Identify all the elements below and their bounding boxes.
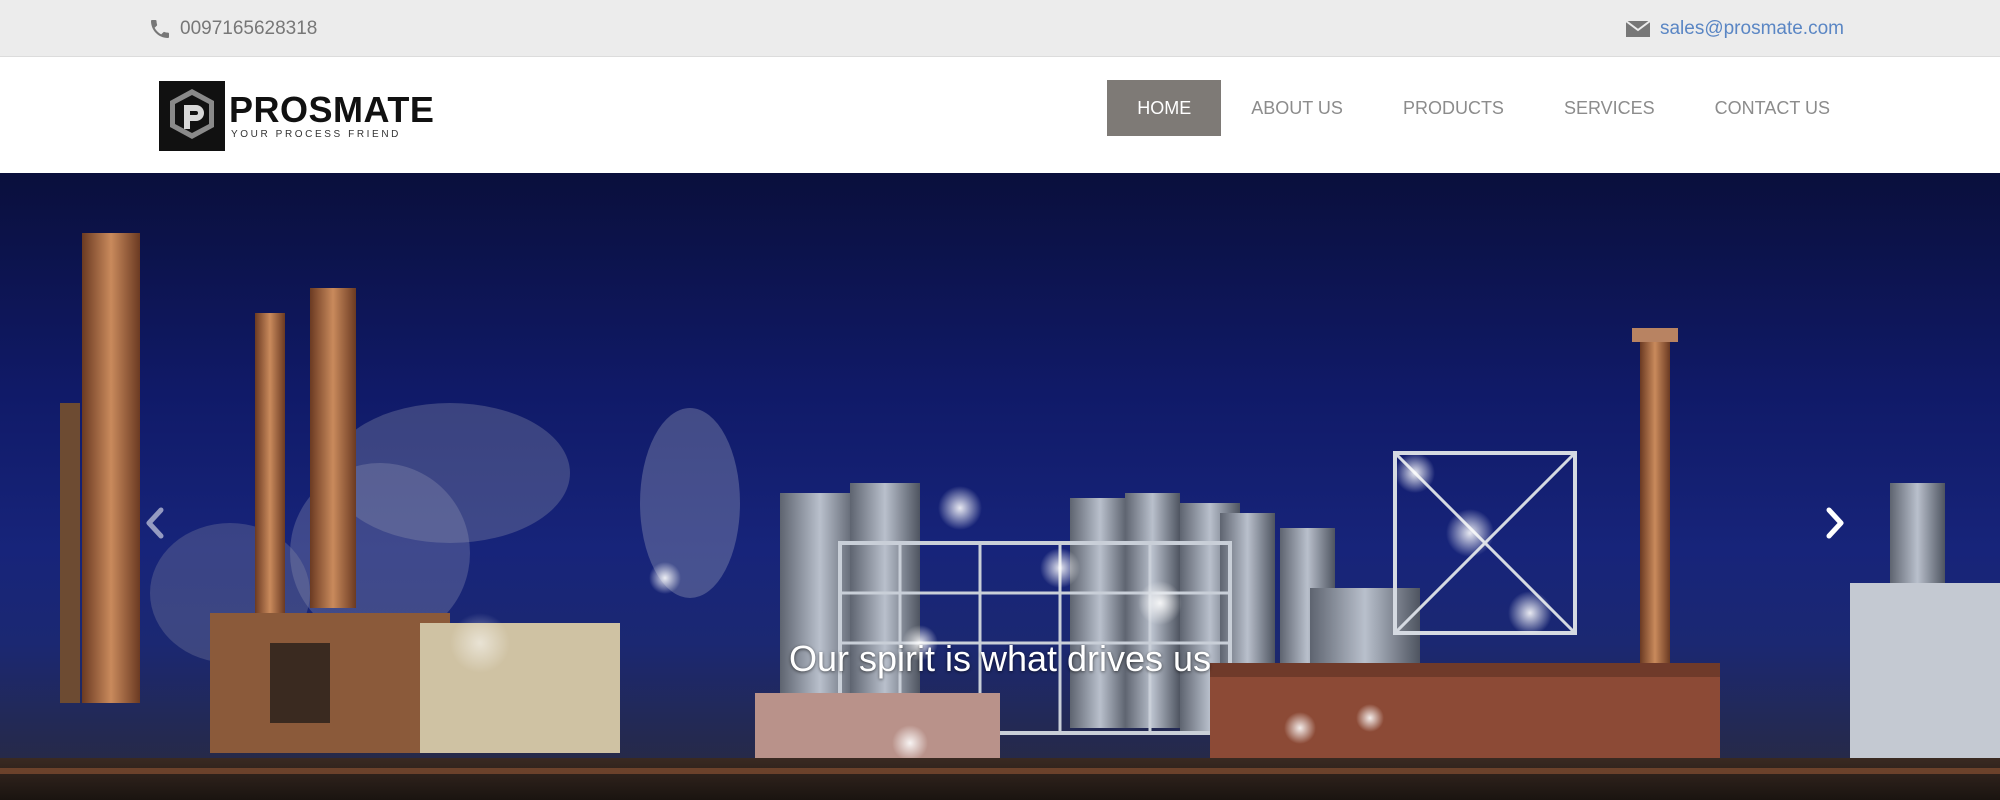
logo-tagline: YOUR PROCESS FRIEND <box>231 129 401 140</box>
main-nav: HOME ABOUT US PRODUCTS SERVICES CONTACT … <box>1107 80 1860 136</box>
top-info-bar: 0097165628318 sales@prosmate.com <box>0 0 2000 57</box>
hero-background-image <box>0 233 2000 800</box>
site-header: PROSMATE YOUR PROCESS FRIEND HOME ABOUT … <box>0 57 2000 172</box>
hero-caption: Our spirit is what drives us <box>788 638 1212 679</box>
prosmate-logo-icon <box>159 81 225 151</box>
nav-about-us[interactable]: ABOUT US <box>1221 80 1373 136</box>
email-link[interactable]: sales@prosmate.com <box>1625 16 1844 42</box>
nav-home[interactable]: HOME <box>1107 80 1222 136</box>
logo-wordmark: PROSMATE YOUR PROCESS FRIEND <box>229 91 434 141</box>
site-logo[interactable]: PROSMATE YOUR PROCESS FRIEND <box>159 81 434 151</box>
chevron-left-icon <box>143 507 165 544</box>
phone-contact[interactable]: 0097165628318 <box>148 16 317 42</box>
hero-slider: Our spirit is what drives us <box>0 173 2000 800</box>
phone-icon <box>148 17 172 41</box>
nav-contact-us[interactable]: CONTACT US <box>1685 80 1860 136</box>
nav-services[interactable]: SERVICES <box>1534 80 1685 136</box>
slider-prev-button[interactable] <box>134 503 174 547</box>
logo-name: PROSMATE <box>229 89 435 130</box>
slider-next-button[interactable] <box>1816 503 1856 547</box>
envelope-icon <box>1625 20 1650 38</box>
nav-products[interactable]: PRODUCTS <box>1373 80 1534 136</box>
email-address: sales@prosmate.com <box>1659 18 1844 39</box>
chevron-right-icon <box>1825 507 1847 544</box>
phone-number: 0097165628318 <box>180 18 318 39</box>
